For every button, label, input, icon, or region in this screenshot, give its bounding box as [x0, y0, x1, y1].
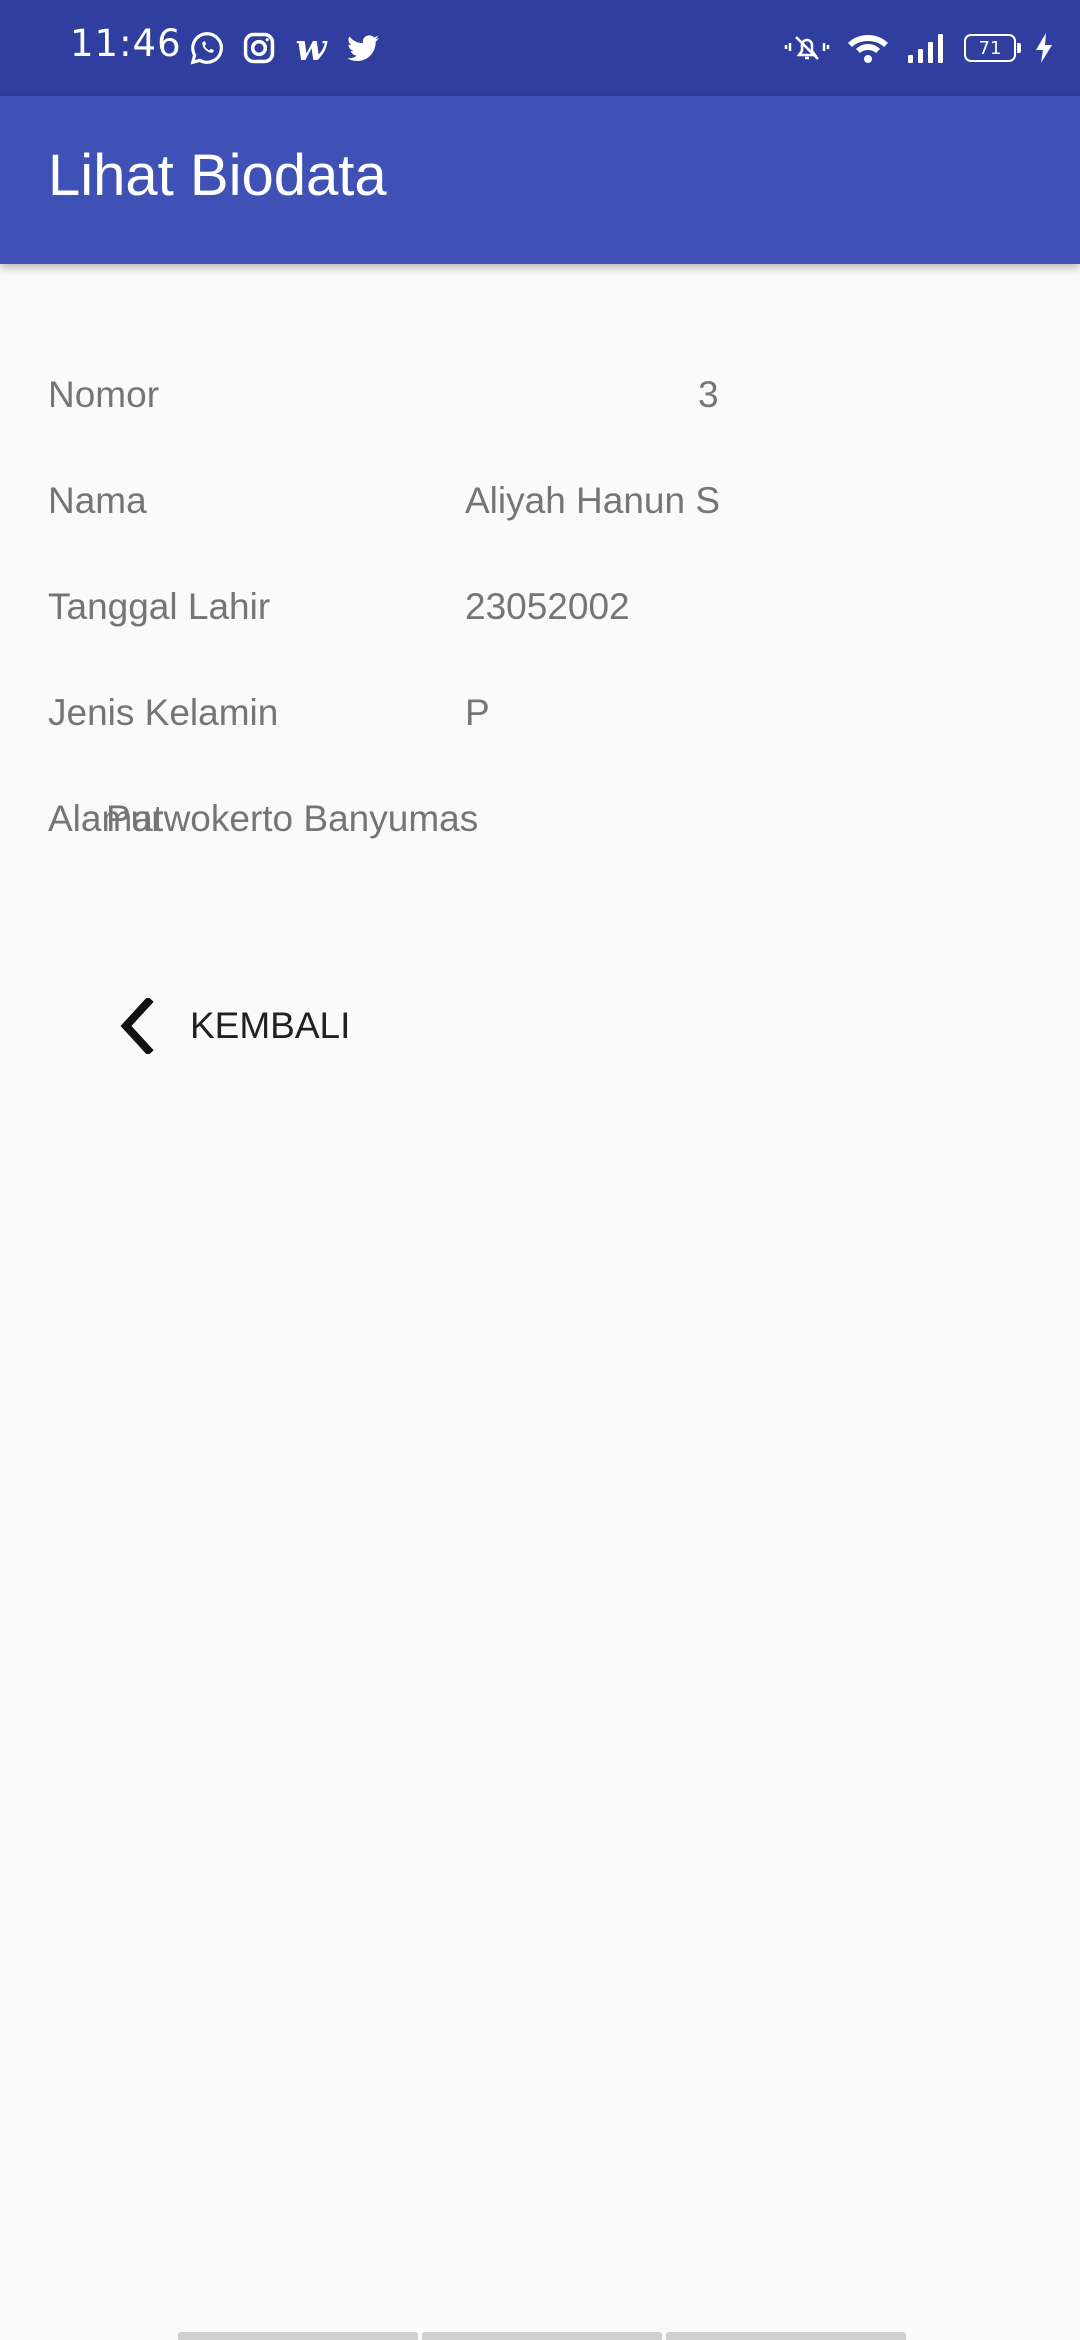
value-nama: Aliyah Hanun S [465, 480, 721, 521]
charging-icon [1034, 31, 1054, 65]
battery-icon: 71 [964, 34, 1021, 62]
label-nama: Nama [48, 480, 147, 521]
instagram-icon [240, 29, 278, 67]
nav-segment-right [666, 2332, 906, 2340]
value-alamat: Purwokerto Banyumas [106, 798, 479, 839]
kembali-button[interactable]: KEMBALI [96, 976, 386, 1076]
twitter-icon [344, 29, 382, 67]
value-nomor: 3 [698, 374, 719, 415]
label-jenis-kelamin: Jenis Kelamin [48, 692, 279, 733]
status-bar: 11:46 w 71 [0, 0, 1080, 96]
mute-icon [784, 31, 830, 65]
value-tanggal-lahir: 23052002 [465, 586, 630, 627]
system-icons: 71 [784, 26, 1054, 70]
value-jenis-kelamin: P [465, 692, 490, 733]
page-title: Lihat Biodata [48, 143, 387, 208]
label-nomor: Nomor [48, 374, 160, 415]
whatsapp-icon [188, 29, 226, 67]
chevron-left-icon [120, 998, 154, 1054]
webtoon-icon: w [295, 27, 327, 69]
wifi-icon [848, 31, 888, 65]
status-time: 11:46 [70, 22, 182, 65]
gesture-nav-bar[interactable] [178, 2332, 906, 2340]
notification-icons: w [188, 28, 382, 68]
label-tanggal-lahir: Tanggal Lahir [48, 586, 271, 627]
nav-segment-left [178, 2332, 418, 2340]
app-bar: Lihat Biodata [0, 96, 1080, 264]
signal-icon [906, 31, 946, 65]
kembali-button-label: KEMBALI [190, 1005, 351, 1046]
nav-segment-middle [422, 2332, 662, 2340]
